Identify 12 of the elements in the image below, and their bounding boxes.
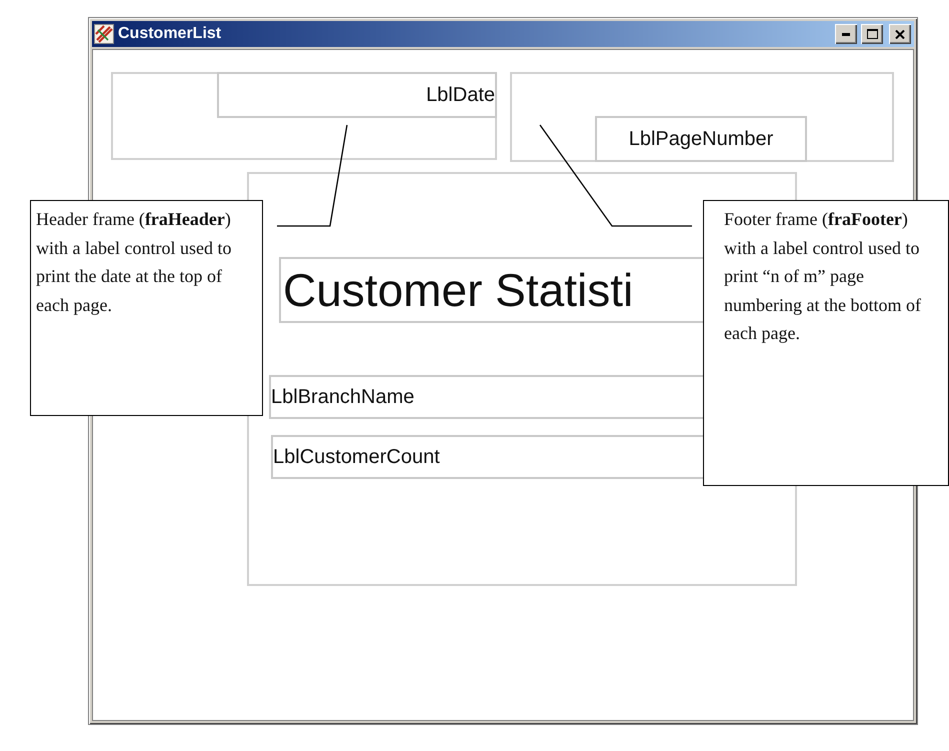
callout-note: Footer frame (fraFooter) with a label control used to print “n of m” page numbering at the bottom of each page.	[703, 200, 949, 486]
minimize-icon	[842, 32, 850, 36]
app-icon	[94, 24, 114, 44]
maximize-button[interactable]	[861, 24, 883, 44]
close-icon	[895, 30, 905, 38]
maximize-icon	[866, 29, 878, 39]
date-label-control: LblDate	[217, 72, 497, 118]
callout-note: Header frame (fraHeader) with a label control used to print the date at the top of each page.	[30, 200, 263, 416]
page-number-label-control: LblPageNumber	[595, 116, 807, 162]
window-title: CustomerList	[118, 25, 222, 43]
close-button[interactable]	[889, 24, 911, 44]
minimize-button[interactable]	[835, 24, 857, 44]
